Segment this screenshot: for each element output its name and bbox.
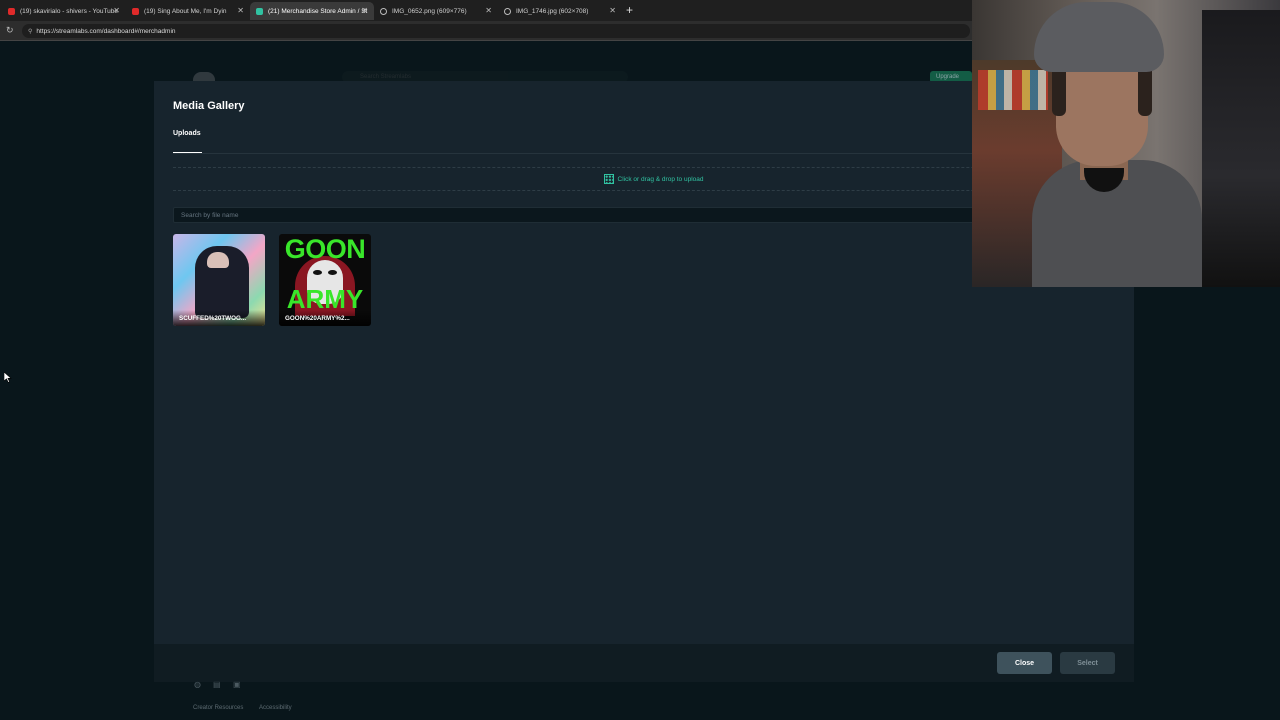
thumbnail-image-face	[207, 252, 229, 268]
tab-uploads[interactable]: Uploads	[173, 130, 201, 137]
webcam-overlay	[972, 0, 1280, 287]
site-info-icon[interactable]: ⚲	[28, 28, 32, 35]
mouse-cursor-icon	[4, 372, 12, 383]
webcam-shelf-items	[978, 70, 1048, 110]
select-button[interactable]: Select	[1060, 652, 1115, 674]
browser-tab-youtube-sing[interactable]: (19) Sing About Me, I'm Dyin ✕	[126, 2, 250, 20]
footer-link-accessibility[interactable]: Accessibility	[259, 705, 292, 711]
media-file-thumbnail[interactable]: GOON ARMY GOON%20ARMY%2...	[279, 234, 371, 326]
reload-icon[interactable]: ↻	[6, 25, 14, 36]
footer-link-creator-resources[interactable]: Creator Resources	[193, 705, 243, 711]
tab-title: IMG_0652.png (609×776)	[392, 7, 467, 15]
address-bar[interactable]: ⚲ https://streamlabs.com/dashboard#/merc…	[22, 24, 970, 38]
tab-title: (19) Sing About Me, I'm Dyin	[144, 7, 227, 15]
file-name: GOON%20ARMY%2...	[279, 310, 371, 326]
tab-title: (21) Merchandise Store Admin / St	[268, 7, 368, 15]
upload-text: Click or drag & drop to upload	[617, 175, 704, 183]
streamlabs-icon	[256, 7, 263, 15]
thumbnail-image-eye	[313, 270, 322, 275]
media-file-thumbnail[interactable]: SCUFFED%20TWOG...	[173, 234, 265, 326]
modal-footer: Close Select	[154, 644, 1134, 682]
browser-tab-img-1746[interactable]: IMG_1746.jpg (602×708) ✕	[498, 2, 622, 20]
linkedin-icon: ▤	[213, 680, 221, 689]
discord-icon: ◍	[194, 680, 201, 689]
thumbnail-text-top: GOON	[284, 234, 366, 264]
close-icon[interactable]: ✕	[237, 6, 244, 15]
globe-icon	[380, 7, 387, 15]
gamepad-icon: ▣	[233, 680, 241, 689]
webcam-right-furniture	[1202, 10, 1280, 287]
url-text: https://streamlabs.com/dashboard#/mercha…	[36, 27, 176, 35]
browser-tab-img-0652[interactable]: IMG_0652.png (609×776) ✕	[374, 2, 498, 20]
browser-tab-youtube-shivers[interactable]: (19) skavirialo - shivers - YouTube ✕	[2, 2, 126, 20]
youtube-icon	[8, 7, 15, 15]
thumbnail-image-eye	[328, 270, 337, 275]
upload-link[interactable]: Click or drag & drop to upload	[603, 174, 704, 184]
youtube-icon	[132, 7, 139, 15]
browser-tab-streamlabs[interactable]: (21) Merchandise Store Admin / St ✕	[250, 2, 374, 20]
tab-title: (19) skavirialo - shivers - YouTube	[20, 7, 119, 15]
upload-grid-icon	[603, 174, 614, 184]
tab-title: IMG_1746.jpg (602×708)	[516, 7, 589, 15]
close-icon[interactable]: ✕	[609, 6, 616, 15]
file-name: SCUFFED%20TWOG...	[173, 310, 265, 326]
close-icon[interactable]: ✕	[361, 6, 368, 15]
close-icon[interactable]: ✕	[113, 6, 120, 15]
close-icon[interactable]: ✕	[485, 6, 492, 15]
new-tab-icon[interactable]: +	[626, 3, 633, 17]
close-button[interactable]: Close	[997, 652, 1052, 674]
globe-icon	[504, 7, 511, 15]
modal-title: Media Gallery	[173, 100, 245, 112]
